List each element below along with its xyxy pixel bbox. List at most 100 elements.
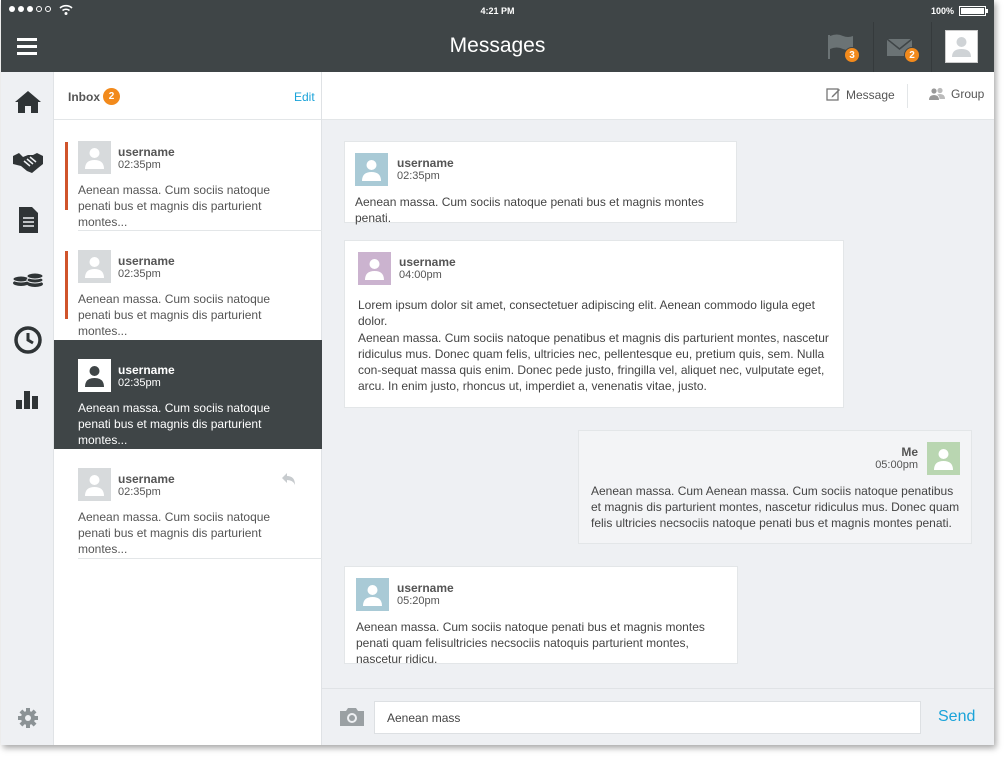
status-time: 4:21 PM [480, 6, 515, 16]
message-bubble: username 02:35pm Aenean massa. Cum socii… [344, 141, 737, 225]
status-bar: 4:21 PM 100% [1, 0, 994, 22]
divider [907, 84, 908, 108]
message-text: Aenean massa. Cum sociis natoque penati … [355, 195, 704, 225]
sidebar-item-home[interactable] [10, 84, 46, 120]
edit-button[interactable]: Edit [294, 90, 315, 104]
conversation-snippet: Aenean massa. Cum sociis natoque penati … [78, 510, 271, 556]
message-text: Aenean massa. Cum sociis natoque penatib… [358, 331, 829, 393]
message-text: Aenean massa. Cum sociis natoque penati … [356, 620, 705, 666]
sidebar-item-history[interactable] [10, 322, 46, 358]
user-icon [363, 585, 382, 606]
avatar [358, 252, 391, 285]
inbox-title: Inbox [68, 90, 100, 104]
conversation-snippet: Aenean massa. Cum sociis natoque penati … [78, 183, 271, 229]
attach-photo-button[interactable] [338, 705, 366, 729]
message-text: Aenean massa. Cum Aenean massa. Cum soci… [591, 484, 960, 530]
user-icon [85, 148, 104, 169]
handshake-icon [13, 153, 43, 173]
new-message-button[interactable]: Message [826, 87, 895, 102]
divider [78, 558, 322, 559]
user-icon [952, 37, 971, 57]
battery-icon [959, 6, 988, 16]
conversation-item[interactable]: username 02:35pm Aenean massa. Cum socii… [54, 449, 322, 559]
conversation-snippet: Aenean massa. Cum sociis natoque penati … [78, 292, 271, 338]
clock-icon [14, 326, 42, 354]
message-composer: Send [322, 688, 994, 745]
coins-icon [12, 272, 44, 287]
app-header: Messages 3 2 [1, 22, 994, 72]
sidebar [1, 72, 54, 745]
avatar [355, 153, 388, 186]
battery-percent: 100% [930, 6, 954, 16]
app-frame: 4:21 PM 100% Messages 3 2 Inbox 2 Edit u… [1, 0, 994, 745]
new-group-label: Group [951, 87, 985, 101]
avatar [78, 141, 111, 174]
user-icon [85, 257, 104, 278]
settings-button[interactable] [10, 700, 46, 736]
notifications-button[interactable]: 3 [815, 22, 873, 72]
flag-badge: 3 [844, 47, 860, 63]
message-username: username [399, 255, 456, 269]
unread-indicator [65, 142, 68, 210]
new-message-label: Message [846, 87, 895, 102]
avatar [78, 359, 111, 392]
conversation-item[interactable]: username 02:35pm Aenean massa. Cum socii… [54, 122, 322, 231]
conversation-time: 02:35pm [118, 159, 161, 171]
message-username: username [397, 581, 454, 595]
conversation-time: 02:35pm [118, 486, 161, 498]
avatar [945, 30, 978, 63]
message-username: Me [901, 445, 918, 459]
user-icon [85, 366, 104, 387]
sidebar-item-finance[interactable] [10, 262, 46, 298]
user-icon [85, 475, 104, 496]
message-bubble-own: Me 05:00pm Aenean massa. Cum Aenean mass… [578, 430, 972, 544]
group-icon [929, 87, 945, 100]
avatar [356, 578, 389, 611]
user-icon [365, 259, 384, 280]
conversation-item[interactable]: username 02:35pm Aenean massa. Cum socii… [54, 231, 322, 340]
flag-icon [828, 34, 853, 59]
inbox-header: Inbox 2 Edit [54, 72, 321, 120]
message-bubble: username 05:20pm Aenean massa. Cum socii… [344, 566, 738, 666]
camera-icon [340, 708, 364, 726]
user-icon [934, 449, 953, 470]
new-group-button[interactable]: Group [928, 87, 984, 101]
profile-button[interactable] [931, 22, 994, 72]
inbox-panel: Inbox 2 Edit username 02:35pm Aenean mas… [54, 72, 330, 745]
message-time: 05:20pm [397, 595, 440, 607]
message-bubble: username 04:00pm Lorem ipsum dolor sit a… [344, 240, 844, 408]
reply-icon [282, 473, 295, 485]
gear-icon [18, 708, 38, 728]
mail-button[interactable]: 2 [873, 22, 931, 72]
conversation-username: username [118, 363, 175, 377]
avatar [78, 250, 111, 283]
message-username: username [397, 156, 454, 170]
chat-toolbar: Message Group [322, 72, 994, 120]
conversation-username: username [118, 254, 175, 268]
message-time: 05:00pm [875, 459, 918, 471]
message-time: 02:35pm [397, 170, 440, 182]
avatar [78, 468, 111, 501]
conversation-time: 02:35pm [118, 268, 161, 280]
sidebar-item-documents[interactable] [10, 202, 46, 238]
message-text: Lorem ipsum dolor sit amet, consectetuer… [358, 298, 815, 328]
avatar [927, 442, 960, 475]
conversation-time: 02:35pm [118, 377, 161, 389]
inbox-count-badge: 2 [103, 88, 120, 105]
sidebar-item-deals[interactable] [10, 144, 46, 180]
conversation-snippet: Aenean massa. Cum sociis natoque penati … [78, 401, 271, 447]
send-button[interactable]: Send [938, 708, 975, 726]
conversation-item-selected[interactable]: username 02:35pm Aenean massa. Cum socii… [54, 340, 330, 449]
conversation-username: username [118, 145, 175, 159]
bar-chart-icon [16, 391, 38, 409]
envelope-icon [886, 38, 913, 56]
sidebar-item-reports[interactable] [10, 380, 46, 416]
chat-thread: username 02:35pm Aenean massa. Cum socii… [322, 120, 994, 688]
conversation-username: username [118, 472, 175, 486]
mail-badge: 2 [904, 47, 920, 63]
compose-icon [826, 88, 840, 101]
unread-indicator [65, 251, 68, 319]
message-time: 04:00pm [399, 269, 442, 281]
message-input[interactable] [374, 701, 921, 734]
document-icon [19, 207, 38, 233]
